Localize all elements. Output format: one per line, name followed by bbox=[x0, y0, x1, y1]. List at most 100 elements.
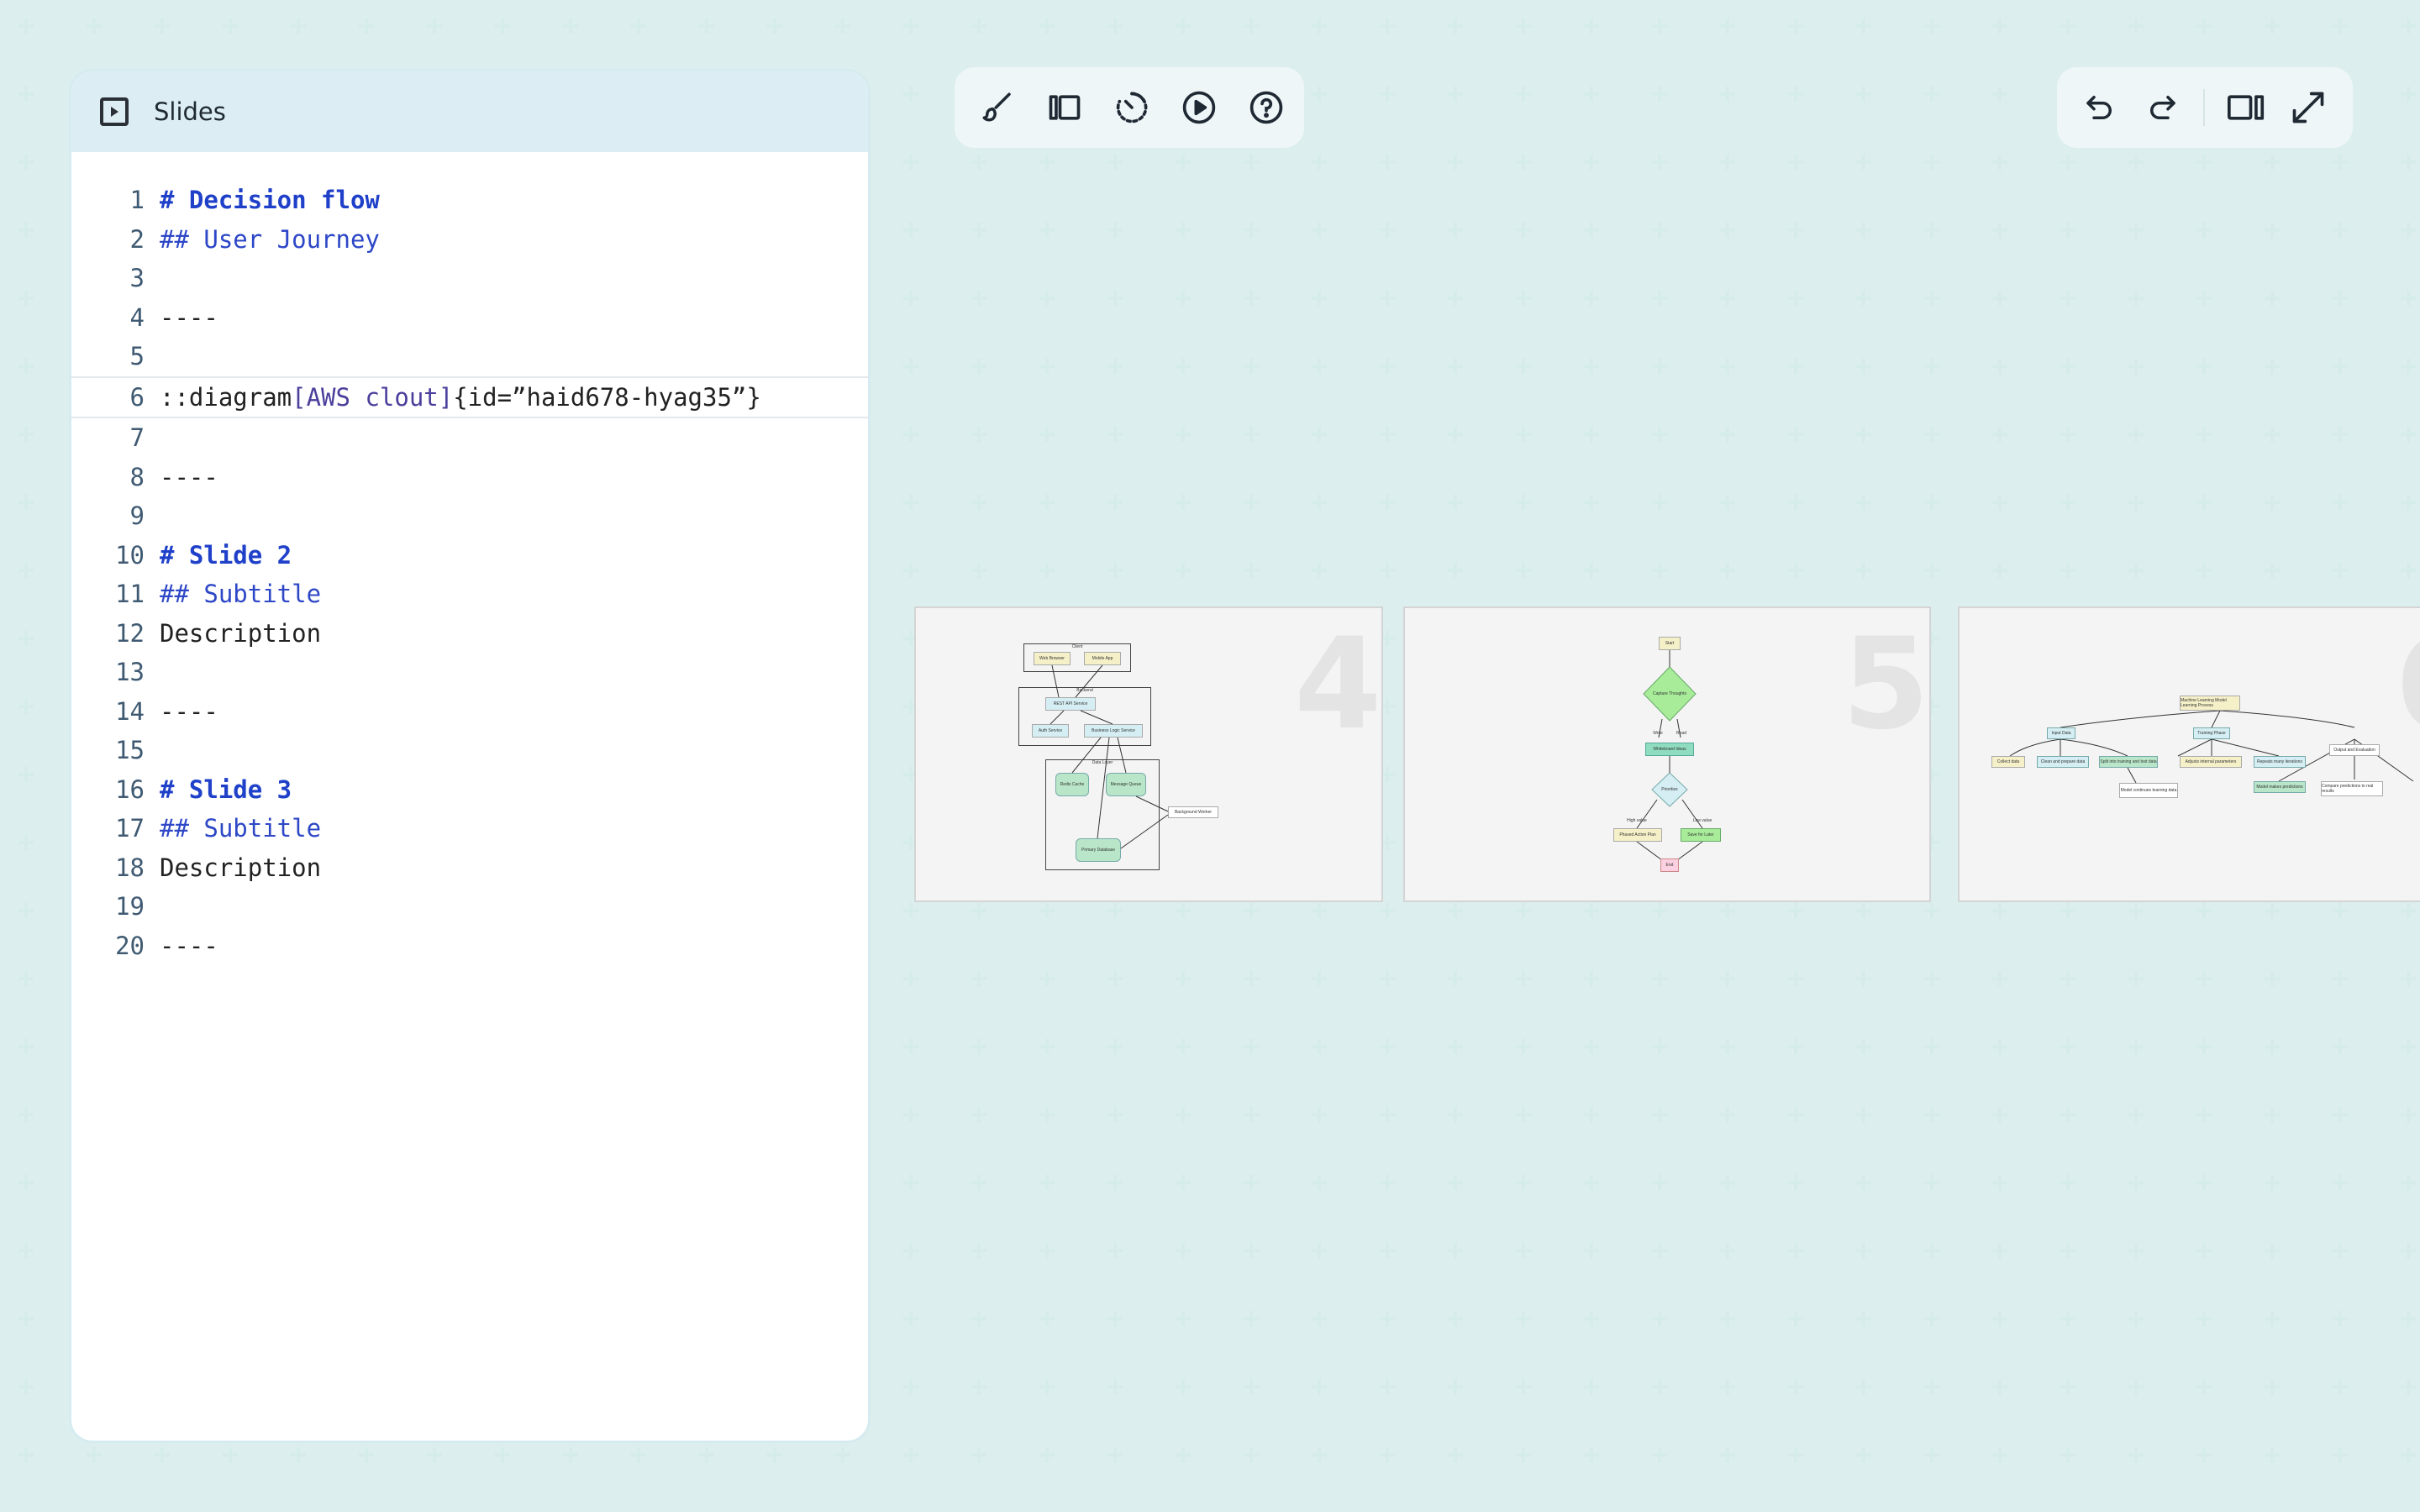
line-number: 10 bbox=[115, 540, 145, 570]
line-number: 17 bbox=[115, 814, 145, 843]
sidebar-toggle-icon[interactable] bbox=[1044, 87, 1086, 129]
line-number: 9 bbox=[129, 501, 145, 531]
flow-node: Save for Later bbox=[1681, 828, 1721, 842]
code-token: ## Subtitle bbox=[160, 814, 322, 843]
line-number: 3 bbox=[129, 264, 145, 293]
line-text: Description bbox=[160, 619, 321, 648]
code-line[interactable]: 16 # Slide 3 bbox=[71, 770, 868, 810]
code-line[interactable]: 13 bbox=[71, 653, 868, 692]
code-token: {id=”haid678-hyag35”} bbox=[453, 382, 761, 412]
tree-node: Output and Evaluation bbox=[2329, 744, 2380, 756]
line-number: 12 bbox=[115, 618, 145, 648]
code-token: # Slide 3 bbox=[160, 774, 292, 804]
line-text: # Decision flow bbox=[160, 186, 380, 214]
code-line[interactable]: 19 bbox=[71, 887, 868, 927]
line-number: 5 bbox=[129, 342, 145, 371]
toolbar-view bbox=[955, 67, 1304, 148]
code-line[interactable]: 5 bbox=[71, 337, 868, 376]
toolbar-separator bbox=[2203, 89, 2205, 126]
diagram-connectors bbox=[1050, 664, 1169, 849]
flow-label: Low value bbox=[1692, 818, 1712, 823]
line-text: ## Subtitle bbox=[160, 580, 321, 608]
tree-node: Collect data bbox=[1991, 756, 2025, 768]
code-line[interactable]: 10 # Slide 2 bbox=[71, 536, 868, 575]
code-line[interactable]: 6::diagram[AWS clout]{id=”haid678-hyag35… bbox=[71, 375, 868, 418]
code-token: ---- bbox=[160, 302, 218, 332]
code-editor[interactable]: 1 # Decision flow 2 ## User Journey 3 4 ---- 5 6… bbox=[71, 181, 868, 965]
brush-icon[interactable] bbox=[976, 87, 1018, 129]
flow-node: Phased Action Plan bbox=[1613, 828, 1662, 842]
redo-icon[interactable] bbox=[2141, 87, 2183, 129]
line-number: 1 bbox=[129, 186, 145, 215]
help-icon[interactable] bbox=[1245, 87, 1287, 129]
fullscreen-icon[interactable] bbox=[2287, 87, 2329, 129]
split-view-icon[interactable] bbox=[2225, 87, 2267, 129]
slides-editor-panel: Slides 1 # Decision flow 2 ## User Journey 3… bbox=[69, 69, 871, 1443]
tree-node: Split into training and test data bbox=[2099, 756, 2158, 768]
code-line[interactable]: 11 ## Subtitle bbox=[71, 575, 868, 614]
tree-node: Model continues learning data bbox=[2119, 783, 2178, 798]
slide-thumbnail-5[interactable]: 5 Start Capture Thoughts Write Read Whit… bbox=[1403, 606, 1931, 902]
line-number: 20 bbox=[115, 931, 145, 960]
code-line[interactable]: 14 ---- bbox=[71, 692, 868, 732]
line-text: # Slide 2 bbox=[160, 541, 292, 570]
tree-node: Clean and prepare data bbox=[2037, 756, 2089, 768]
slides-play-icon[interactable] bbox=[100, 97, 129, 126]
line-text: ---- bbox=[160, 463, 218, 491]
code-token: ---- bbox=[160, 931, 218, 960]
code-token: ---- bbox=[160, 462, 218, 491]
line-text: ## User Journey bbox=[160, 225, 380, 254]
line-text: ---- bbox=[160, 697, 218, 726]
code-line[interactable]: 20 ---- bbox=[71, 927, 868, 966]
code-token: [AWS clout] bbox=[292, 382, 454, 412]
code-token: Description bbox=[160, 853, 322, 882]
line-text: ::diagram[AWS clout]{id=”haid678-hyag35”… bbox=[160, 383, 761, 412]
code-token: ---- bbox=[160, 696, 218, 726]
code-line[interactable]: 9 bbox=[71, 496, 868, 536]
slide-thumbnail-6[interactable]: 6 Machine Learning Model Learning Proces… bbox=[1958, 606, 2420, 902]
flow-label: High value bbox=[1627, 818, 1647, 823]
tree-node: Compare predictions to real results bbox=[2321, 781, 2383, 796]
code-token: ::diagram bbox=[160, 382, 292, 412]
code-line[interactable]: 18 Description bbox=[71, 848, 868, 888]
flow-label: Write bbox=[1653, 731, 1663, 736]
line-number: 15 bbox=[115, 736, 145, 765]
code-line[interactable]: 17 ## Subtitle bbox=[71, 809, 868, 848]
flow-node: Whiteboard Ideas bbox=[1645, 743, 1694, 756]
flow-label: Read bbox=[1676, 731, 1686, 736]
line-number: 14 bbox=[115, 696, 145, 726]
code-line[interactable]: 1 # Decision flow bbox=[71, 181, 868, 220]
code-token: ## Subtitle bbox=[160, 580, 322, 609]
code-line[interactable]: 4 ---- bbox=[71, 298, 868, 338]
code-line[interactable]: 8 ---- bbox=[71, 458, 868, 497]
tree-node: Repeats many iterations bbox=[2254, 756, 2306, 768]
line-text: # Slide 3 bbox=[160, 775, 292, 804]
code-line[interactable]: 7 bbox=[71, 418, 868, 458]
slide-thumbnail-4[interactable]: 4 Client Web Browser Mobile App Backend … bbox=[914, 606, 1383, 902]
line-number: 13 bbox=[115, 658, 145, 687]
line-number: 4 bbox=[129, 302, 145, 332]
line-text: Description bbox=[160, 853, 321, 882]
code-token: ## User Journey bbox=[160, 224, 380, 254]
editor-title: Slides bbox=[154, 97, 226, 126]
undo-icon[interactable] bbox=[2079, 87, 2121, 129]
line-text: ---- bbox=[160, 932, 218, 960]
code-line[interactable]: 3 bbox=[71, 259, 868, 298]
code-token: Description bbox=[160, 618, 322, 648]
timer-icon[interactable] bbox=[1111, 87, 1153, 129]
line-number: 8 bbox=[129, 462, 145, 491]
line-text: ---- bbox=[160, 303, 218, 332]
line-number: 6 bbox=[129, 382, 145, 412]
code-token: # Slide 2 bbox=[160, 540, 292, 570]
code-line[interactable]: 2 ## User Journey bbox=[71, 220, 868, 260]
line-number: 7 bbox=[129, 423, 145, 453]
tree-node: Input Data bbox=[2047, 727, 2075, 739]
code-line[interactable]: 12 Description bbox=[71, 614, 868, 654]
code-line[interactable]: 15 bbox=[71, 731, 868, 770]
line-number: 19 bbox=[115, 892, 145, 921]
line-number: 16 bbox=[115, 774, 145, 804]
play-icon[interactable] bbox=[1178, 87, 1220, 129]
flow-node: End bbox=[1660, 858, 1679, 872]
code-token: # Decision flow bbox=[160, 186, 380, 215]
line-text: ## Subtitle bbox=[160, 814, 321, 843]
